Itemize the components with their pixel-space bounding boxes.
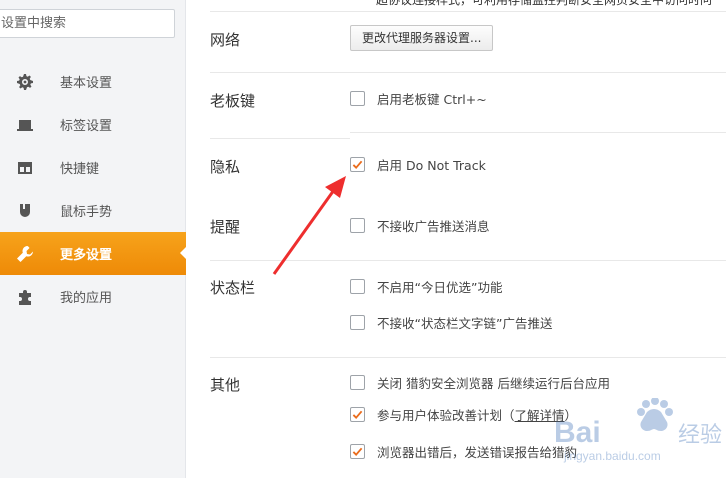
do-not-track-checkbox[interactable]	[350, 156, 365, 172]
tab-icon	[16, 116, 34, 134]
divider	[350, 132, 726, 133]
sidebar-item-label: 更多设置	[60, 248, 113, 263]
sidebar-item-my-apps[interactable]: 我的应用	[0, 275, 186, 318]
checkmark-icon	[352, 160, 363, 169]
sidebar: 设置中搜索 基本设置 标签设置 快捷键 鼠标手势 更多设置 我的应用	[0, 0, 187, 478]
divider	[210, 72, 726, 73]
no-statusbar-ad-option[interactable]: 不接收“状态栏文字链”广告推送	[350, 312, 552, 332]
sidebar-item-tab-settings[interactable]: 标签设置	[0, 103, 186, 146]
no-statusbar-ad-checkbox[interactable]	[350, 314, 365, 330]
boss-key-checkbox[interactable]	[350, 90, 365, 106]
ux-improvement-option[interactable]: 参与用户体验改善计划（了解详情）	[350, 404, 577, 424]
svg-text:jingyan.baidu.com: jingyan.baidu.com	[563, 449, 661, 463]
shortcut-icon	[16, 159, 34, 177]
sidebar-item-more-settings[interactable]: 更多设置	[0, 232, 187, 275]
section-title-privacy: 隐私	[210, 158, 241, 176]
option-label: 启用老板键 Ctrl+~	[377, 91, 487, 107]
option-label: 关闭 猎豹安全浏览器 后继续运行后台应用	[377, 375, 610, 391]
mouse-icon	[16, 202, 34, 220]
svg-text:Bai: Bai	[554, 416, 601, 449]
ux-improvement-checkbox[interactable]	[350, 406, 365, 422]
boss-key-option[interactable]: 启用老板键 Ctrl+~	[350, 88, 487, 108]
option-label: 不启用“今日优选”功能	[377, 279, 503, 295]
change-proxy-button[interactable]: 更改代理服务器设置...	[350, 25, 494, 51]
gear-icon	[16, 73, 34, 91]
svg-text:经验: 经验	[678, 423, 722, 448]
sidebar-item-mouse-gestures[interactable]: 鼠标手势	[0, 189, 186, 232]
sidebar-item-label: 快捷键	[60, 162, 100, 177]
section-title-other: 其他	[210, 376, 241, 394]
puzzle-icon	[16, 288, 34, 306]
no-ad-push-option[interactable]: 不接收广告推送消息	[350, 215, 490, 235]
section-title-statusbar: 状态栏	[210, 279, 256, 297]
checkmark-icon	[352, 410, 363, 419]
partial-top-text: 超协议连接样式，可利用存储监控判断安全网页安全中访问时问	[376, 0, 713, 7]
sidebar-item-shortcuts[interactable]: 快捷键	[0, 146, 186, 189]
sidebar-item-label: 基本设置	[60, 76, 113, 91]
baidu-watermark-icon: Bai 经验 jingyan.baidu.com	[554, 398, 722, 463]
checkmark-icon	[352, 447, 363, 456]
option-label: 浏览器出错后，发送错误报告给猎豹	[377, 444, 578, 460]
sidebar-item-label: 鼠标手势	[60, 205, 113, 220]
section-title-boss-key: 老板键	[210, 92, 256, 110]
background-apps-option[interactable]: 关闭 猎豹安全浏览器 后继续运行后台应用	[350, 372, 610, 392]
option-label: 参与用户体验改善计划（了解详情）	[377, 407, 578, 423]
option-label: 不接收广告推送消息	[377, 218, 490, 234]
section-title-network: 网络	[210, 31, 241, 49]
wrench-icon	[16, 245, 34, 263]
search-input[interactable]: 设置中搜索	[0, 9, 175, 38]
do-not-track-option[interactable]: 启用 Do Not Track	[350, 154, 486, 174]
sidebar-item-label: 我的应用	[60, 291, 113, 306]
error-report-checkbox[interactable]	[350, 443, 365, 459]
background-apps-checkbox[interactable]	[350, 374, 365, 390]
option-label: 不接收“状态栏文字链”广告推送	[377, 315, 553, 331]
sidebar-item-basic-settings[interactable]: 基本设置	[0, 60, 186, 103]
divider	[210, 138, 350, 139]
disable-today-picks-option[interactable]: 不启用“今日优选”功能	[350, 276, 502, 296]
divider	[210, 357, 726, 358]
divider	[210, 11, 726, 12]
option-label: 启用 Do Not Track	[377, 157, 486, 173]
sidebar-item-label: 标签设置	[60, 119, 113, 134]
section-title-reminder: 提醒	[210, 218, 241, 236]
divider	[210, 260, 726, 261]
error-report-option[interactable]: 浏览器出错后，发送错误报告给猎豹	[350, 441, 577, 461]
no-ad-push-checkbox[interactable]	[350, 217, 365, 233]
disable-today-picks-checkbox[interactable]	[350, 278, 365, 294]
